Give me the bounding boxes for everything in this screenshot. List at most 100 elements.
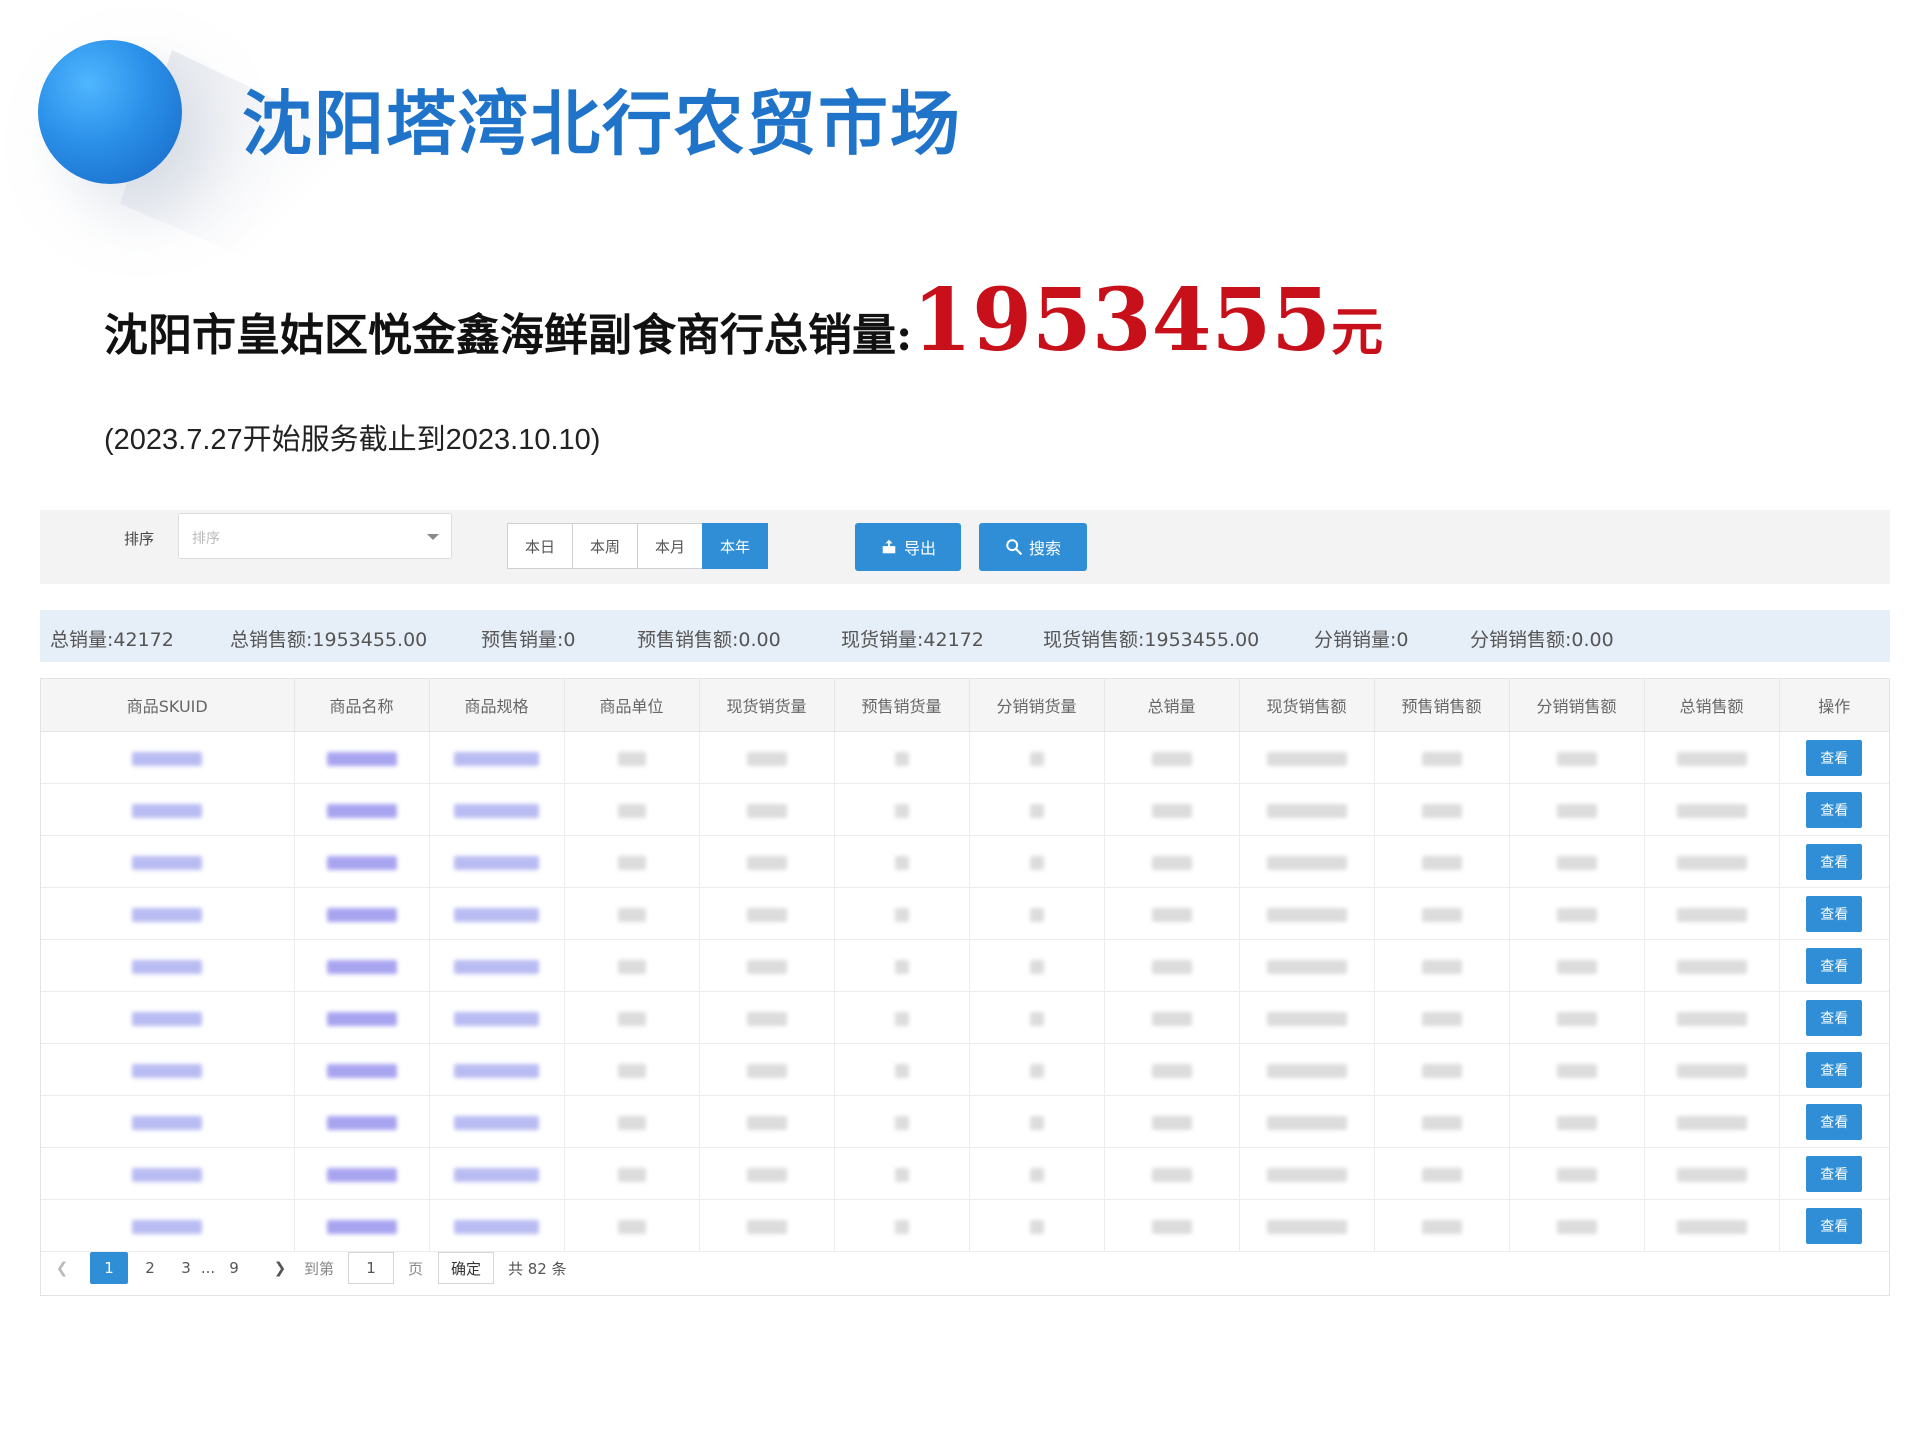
view-button[interactable]: 查看 [1806, 1207, 1863, 1244]
summary-distribution-amount: 分销销售额:0.00 [1470, 629, 1614, 651]
blurred-content [326, 855, 397, 870]
blurred-content [1266, 803, 1347, 818]
blurred-content [617, 1011, 646, 1026]
table-cell-obscured [1374, 1147, 1510, 1200]
column-header: 商品SKUID [41, 679, 295, 732]
table-cell-obscured [834, 991, 970, 1044]
range-week-button[interactable]: 本周 [572, 523, 638, 569]
table-cell-obscured [564, 1043, 700, 1096]
view-button[interactable]: 查看 [1806, 999, 1863, 1036]
blurred-content [1421, 855, 1462, 870]
blurred-content [1421, 907, 1462, 922]
view-button[interactable]: 查看 [1806, 1051, 1863, 1088]
blurred-content [132, 1115, 203, 1130]
blurred-content [617, 855, 646, 870]
blurred-content [1556, 751, 1597, 766]
blurred-content [894, 1115, 909, 1130]
blurred-content [132, 1219, 203, 1234]
table-cell-obscured [429, 1199, 565, 1252]
table-cell-obscured [1104, 1147, 1240, 1200]
blurred-content [1421, 1167, 1462, 1182]
blurred-content [1676, 751, 1747, 766]
table-cell-obscured [564, 887, 700, 940]
blurred-content [454, 1011, 539, 1026]
blurred-content [746, 1115, 787, 1130]
blurred-content [617, 959, 646, 974]
table-cell-action: 查看 [1779, 887, 1889, 940]
blurred-content [326, 907, 397, 922]
page-button-2[interactable]: 2 [140, 1252, 160, 1284]
blurred-content [894, 1167, 909, 1182]
search-button[interactable]: 搜索 [979, 523, 1087, 571]
blurred-content [326, 803, 397, 818]
range-month-button[interactable]: 本月 [637, 523, 703, 569]
page-button-1[interactable]: 1 [90, 1252, 128, 1284]
column-header: 总销售额 [1644, 679, 1780, 732]
page-button-3[interactable]: 3 [178, 1252, 194, 1284]
blurred-content [454, 959, 539, 974]
table-cell-obscured [1104, 1043, 1240, 1096]
blurred-content [1676, 855, 1747, 870]
blurred-content [454, 1063, 539, 1078]
table-cell-obscured [969, 1147, 1105, 1200]
blurred-content [1029, 1063, 1044, 1078]
range-today-button[interactable]: 本日 [507, 523, 573, 569]
prev-page-icon[interactable]: ❮ [52, 1252, 72, 1284]
column-header: 商品单位 [564, 679, 700, 732]
table-cell-obscured [834, 1095, 970, 1148]
blurred-content [1556, 1115, 1597, 1130]
blurred-content [617, 1167, 646, 1182]
blurred-content [617, 751, 646, 766]
table-cell-obscured [1374, 1199, 1510, 1252]
table-cell-obscured [1374, 783, 1510, 836]
table-cell-obscured [564, 731, 700, 784]
blurred-content [326, 751, 397, 766]
blurred-content [617, 1063, 646, 1078]
table-cell-obscured [969, 783, 1105, 836]
next-page-icon[interactable]: ❯ [270, 1252, 290, 1284]
table-cell-obscured [1509, 1043, 1645, 1096]
blurred-content [1676, 803, 1747, 818]
blurred-content [326, 1011, 397, 1026]
table-cell-obscured [1644, 783, 1780, 836]
view-button[interactable]: 查看 [1806, 1155, 1863, 1192]
table-cell-action: 查看 [1779, 783, 1889, 836]
sort-label: 排序 [124, 530, 155, 548]
date-range-group: 本日 本周 本月 本年 [507, 523, 768, 569]
table-row: 查看 [41, 783, 1889, 836]
column-header: 总销量 [1104, 679, 1240, 732]
column-header: 预售销货量 [834, 679, 970, 732]
blurred-content [326, 1219, 397, 1234]
goto-page-input[interactable]: 1 [348, 1252, 394, 1284]
summary-spot-amount: 现货销售额:1953455.00 [1043, 629, 1260, 651]
table-cell-obscured [1104, 1199, 1240, 1252]
view-button[interactable]: 查看 [1806, 739, 1863, 776]
table-cell-obscured [294, 1043, 430, 1096]
table-cell-obscured [699, 1043, 835, 1096]
table-cell-obscured [1644, 1199, 1780, 1252]
table-cell-obscured [969, 1095, 1105, 1148]
range-year-button[interactable]: 本年 [702, 523, 768, 569]
table-cell-obscured [699, 1199, 835, 1252]
goto-confirm-button[interactable]: 确定 [438, 1252, 494, 1284]
export-button[interactable]: 导出 [855, 523, 961, 571]
page-button-9[interactable]: 9 [226, 1252, 242, 1284]
view-button[interactable]: 查看 [1806, 947, 1863, 984]
table-cell-obscured [429, 1147, 565, 1200]
view-button[interactable]: 查看 [1806, 1103, 1863, 1140]
view-button[interactable]: 查看 [1806, 791, 1863, 828]
sort-select[interactable]: 排序 [178, 513, 452, 559]
view-button[interactable]: 查看 [1806, 895, 1863, 932]
blurred-content [1266, 1167, 1347, 1182]
view-button[interactable]: 查看 [1806, 843, 1863, 880]
table-row: 查看 [41, 887, 1889, 940]
blurred-content [1556, 1219, 1597, 1234]
table-cell-obscured [699, 1147, 835, 1200]
table-cell-obscured [294, 1147, 430, 1200]
export-label: 导出 [903, 539, 936, 558]
table-cell-obscured [429, 1043, 565, 1096]
table-cell-obscured [1509, 731, 1645, 784]
table-cell-obscured [1239, 783, 1375, 836]
blurred-content [1266, 855, 1347, 870]
blurred-content [1151, 1011, 1192, 1026]
